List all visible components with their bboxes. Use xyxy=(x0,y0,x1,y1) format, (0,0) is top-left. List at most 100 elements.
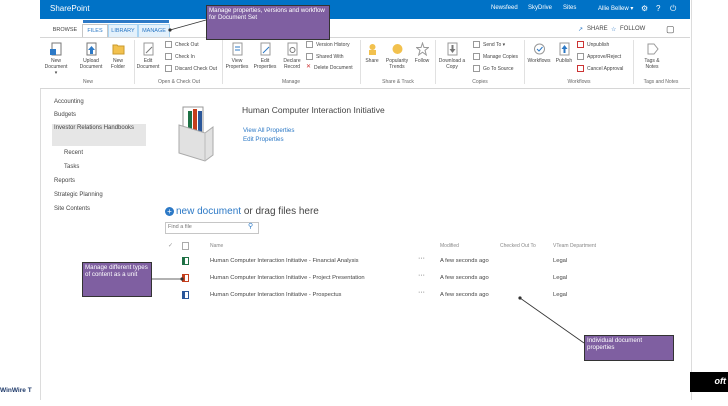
partner-logo: oft xyxy=(690,372,728,392)
tags-notes-button[interactable]: Tags & Notes xyxy=(638,42,666,70)
callout-manage-properties: Manage properties, versions and workflow… xyxy=(206,5,330,40)
edit-document-button[interactable]: Edit Document xyxy=(136,42,160,70)
nav-item-investor-relations[interactable]: Investor Relations Handbooks xyxy=(52,124,146,146)
download-copy-button[interactable]: Download a Copy xyxy=(437,42,467,70)
plus-icon[interactable]: + xyxy=(165,207,174,216)
workflows-label: Workflows xyxy=(527,58,551,64)
user-menu[interactable]: Allie Bellew ▾ xyxy=(598,5,633,12)
nav-item-tasks[interactable]: Tasks xyxy=(64,164,79,170)
edit-properties-link[interactable]: Edit Properties xyxy=(243,136,284,143)
follow-star-icon xyxy=(415,42,429,56)
column-header-modified[interactable]: Modified xyxy=(440,243,459,249)
shared-with-button[interactable]: Shared With xyxy=(306,53,344,61)
share-button[interactable]: Share xyxy=(362,42,382,64)
workflows-button[interactable]: Workflows xyxy=(526,42,552,64)
approve-reject-icon xyxy=(577,53,584,60)
discard-check-out-button[interactable]: Discard Check Out xyxy=(165,65,217,73)
nav-item-site-contents[interactable]: Site Contents xyxy=(54,206,90,212)
suite-bar xyxy=(40,0,690,19)
group-separator xyxy=(222,40,223,84)
shared-with-icon xyxy=(306,53,313,60)
declare-record-button[interactable]: Declare Record xyxy=(280,42,304,70)
view-properties-button[interactable]: View Properties xyxy=(224,42,250,70)
new-folder-button[interactable]: New Folder xyxy=(106,42,130,70)
word-doc-icon xyxy=(182,291,189,299)
tab-library[interactable]: LIBRARY xyxy=(108,24,138,37)
edit-properties-button[interactable]: Edit Properties xyxy=(252,42,278,70)
follow-link[interactable]: FOLLOW xyxy=(620,26,645,32)
search-icon[interactable]: ⚲ xyxy=(248,222,253,230)
column-header-checked-out-to[interactable]: Checked Out To xyxy=(500,243,536,249)
approve-reject-button[interactable]: Approve/Reject xyxy=(577,53,621,61)
newsfeed-link[interactable]: Newsfeed xyxy=(491,5,518,11)
cancel-approval-icon xyxy=(577,65,584,72)
shared-with-label: Shared With xyxy=(316,53,344,60)
group-separator xyxy=(524,40,525,84)
tab-browse[interactable]: BROWSE xyxy=(50,24,80,36)
group-label-share: Share & Track xyxy=(382,79,414,85)
share-icon[interactable]: ↗ xyxy=(578,26,583,33)
select-all-check-icon[interactable]: ✓ xyxy=(168,242,173,249)
unpublish-icon xyxy=(577,41,584,48)
ellipsis-menu-icon[interactable]: ··· xyxy=(418,272,425,279)
manage-copies-button[interactable]: Manage Copies xyxy=(473,53,518,61)
column-header-department[interactable]: VTeam Department xyxy=(553,243,596,249)
sites-link[interactable]: Sites xyxy=(563,5,576,11)
delete-document-button[interactable]: ✕ Delete Document xyxy=(306,64,353,72)
ellipsis-menu-icon[interactable]: ··· xyxy=(418,255,425,262)
ellipsis-menu-icon[interactable]: ··· xyxy=(418,289,425,296)
upload-document-button[interactable]: Upload Document xyxy=(79,42,103,70)
new-document-link[interactable]: new document xyxy=(176,206,241,217)
upload-icon xyxy=(86,42,96,56)
discard-icon xyxy=(165,65,172,72)
group-separator xyxy=(435,40,436,84)
upload-document-label: Upload Document xyxy=(79,58,103,70)
manage-copies-icon xyxy=(473,53,480,60)
check-in-icon xyxy=(165,53,172,60)
new-folder-label: New Folder xyxy=(110,58,126,70)
cancel-approval-button[interactable]: Cancel Approval xyxy=(577,65,623,73)
tags-notes-label: Tags & Notes xyxy=(644,58,660,70)
follow-button[interactable]: Follow xyxy=(412,42,432,64)
share-link[interactable]: SHARE xyxy=(587,26,608,32)
unpublish-button[interactable]: Unpublish xyxy=(577,41,609,49)
skydrive-link[interactable]: SkyDrive xyxy=(528,5,552,11)
send-to-button[interactable]: Send To ▾ xyxy=(473,41,505,49)
document-name-link[interactable]: Human Computer Interaction Initiative - … xyxy=(210,292,341,298)
view-all-properties-link[interactable]: View All Properties xyxy=(243,127,294,134)
nav-item-accounting[interactable]: Accounting xyxy=(54,99,84,105)
nav-item-budgets[interactable]: Budgets xyxy=(54,112,76,118)
power-icon[interactable]: ⏻ xyxy=(670,4,676,14)
focus-icon[interactable]: ▢ xyxy=(666,24,675,35)
go-to-source-button[interactable]: Go To Source xyxy=(473,65,513,73)
document-name-link[interactable]: Human Computer Interaction Initiative - … xyxy=(210,275,365,281)
nav-item-strategic-planning[interactable]: Strategic Planning xyxy=(54,192,103,198)
suite-title[interactable]: SharePoint xyxy=(50,4,90,13)
nav-item-recent[interactable]: Recent xyxy=(64,150,83,156)
modified-value: A few seconds ago xyxy=(440,275,489,281)
help-icon[interactable]: ? xyxy=(656,4,660,13)
star-icon[interactable]: ☆ xyxy=(611,26,616,33)
tab-manage[interactable]: MANAGE xyxy=(138,24,170,37)
new-document-button[interactable]: New Document ▾ xyxy=(44,42,68,76)
popularity-trends-icon xyxy=(392,44,402,54)
discard-check-out-label: Discard Check Out xyxy=(175,65,217,72)
nav-item-reports[interactable]: Reports xyxy=(54,178,75,184)
group-separator xyxy=(134,40,135,84)
popularity-trends-label: Popularity Trends xyxy=(385,58,409,70)
send-to-icon xyxy=(473,41,480,48)
version-history-icon xyxy=(306,41,313,48)
check-in-button[interactable]: Check In xyxy=(165,53,195,61)
gear-icon[interactable]: ⚙ xyxy=(641,4,648,13)
popularity-trends-button[interactable]: Popularity Trends xyxy=(384,42,410,70)
tab-files[interactable]: FILES xyxy=(82,24,108,38)
publish-button[interactable]: Publish xyxy=(553,42,575,64)
file-type-icon xyxy=(182,242,189,250)
column-header-name[interactable]: Name xyxy=(210,243,223,249)
go-to-source-label: Go To Source xyxy=(483,65,514,72)
document-name-link[interactable]: Human Computer Interaction Initiative - … xyxy=(210,258,359,264)
version-history-button[interactable]: Version History xyxy=(306,41,350,49)
check-out-button[interactable]: Check Out xyxy=(165,41,199,49)
group-label-copies: Copies xyxy=(472,79,488,85)
follow-button-label: Follow xyxy=(414,58,430,64)
